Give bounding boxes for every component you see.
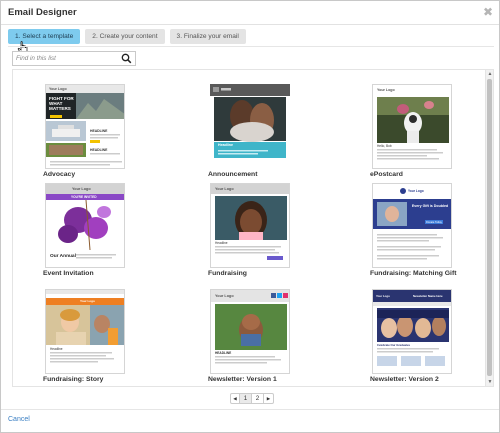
template-label: Fundraising (208, 270, 247, 277)
template-label: Newsletter: Version 2 (370, 376, 439, 383)
thumb-logo: Your Logo (80, 299, 95, 303)
dialog-header: Email Designer ✖ (1, 1, 499, 25)
thumb-logo: Your Logo (72, 186, 91, 191)
template-thumbnail[interactable]: Your Logo YOU'RE INVITED Our Annual (45, 183, 125, 268)
scroll-down-icon[interactable]: ▼ (487, 379, 493, 385)
thumb-title: Newsletter Name Here (413, 293, 443, 298)
thumb-headline: Headline (218, 143, 233, 147)
search-input[interactable] (16, 53, 116, 64)
list-scrollbar[interactable]: ▲ ▼ (485, 69, 494, 387)
thumb-logo: Your Logo (49, 86, 67, 91)
thumb-caption: Celebrate Our Graduates (377, 343, 411, 347)
step-finalize-email[interactable]: 3. Finalize your email (169, 29, 246, 44)
template-label: Fundraising: Story (43, 376, 104, 383)
close-icon[interactable]: ✖ (483, 5, 493, 19)
template-thumbnail[interactable]: Your Logo HEADLINE (210, 289, 290, 374)
template-label: Announcement (208, 171, 258, 178)
page-1[interactable]: 1 (240, 394, 252, 403)
page-2[interactable]: 2 (252, 394, 264, 403)
thumb-logo: Your Logo (408, 189, 424, 193)
next-page-icon[interactable]: ▶ (264, 394, 273, 403)
thumb-logo: Your Logo (215, 293, 234, 298)
template-thumbnail[interactable]: Your Logo Newsletter Name Here Celebrate… (372, 289, 452, 374)
template-label: ePostcard (370, 171, 403, 178)
dialog-title: Email Designer (8, 7, 77, 18)
template-thumbnail[interactable]: Your Logo Every Gift is Doubled Donate T… (372, 183, 452, 268)
scroll-up-icon[interactable]: ▲ (487, 71, 493, 77)
step-create-content[interactable]: 2. Create your content (85, 29, 165, 44)
template-label: Advocacy (43, 171, 76, 178)
pagination: ◀ 1 2 ▶ (230, 393, 274, 404)
search-box (12, 51, 136, 66)
template-thumbnail[interactable]: Your Logo FIGHT FOR WHAT MATTERS HEADLIN… (45, 84, 125, 169)
cancel-button[interactable]: Cancel (8, 416, 30, 423)
thumb-logo: Your Logo (215, 186, 234, 191)
thumb-headline: FIGHT FOR WHAT MATTERS (49, 96, 74, 112)
thumb-headline: Every Gift is Doubled (411, 204, 449, 208)
thumb-caption: Headline (215, 241, 228, 245)
search-icon[interactable] (121, 53, 132, 64)
thumb-caption: HEADLINE (215, 351, 232, 355)
template-label: Event Invitation (43, 270, 94, 277)
template-list: Your Logo FIGHT FOR WHAT MATTERS HEADLIN… (12, 69, 486, 387)
thumb-logo: Your Logo (376, 293, 390, 298)
steps-divider (8, 46, 494, 47)
prev-page-icon[interactable]: ◀ (231, 394, 240, 403)
thumb-subheadline-2: HEADLINE (90, 148, 108, 152)
thumb-logo: Your Logo (377, 88, 395, 92)
template-thumbnail[interactable]: Your Logo Headline (45, 289, 125, 374)
template-thumbnail[interactable]: Your Logo Headline (210, 183, 290, 268)
scroll-thumb[interactable] (487, 79, 492, 376)
thumb-banner: YOU'RE INVITED (71, 195, 97, 199)
template-thumbnail[interactable]: Your Logo Hello, Bob (372, 84, 452, 169)
wizard-steps: 1. Select a template 2. Create your cont… (8, 29, 246, 44)
footer-divider (1, 409, 499, 410)
thumb-caption: Hello, Bob (377, 144, 392, 148)
template-label: Fundraising: Matching Gift (370, 270, 457, 277)
thumb-caption: Headline (50, 347, 63, 351)
thumb-caption: Our Annual (50, 254, 76, 259)
template-thumbnail[interactable]: Headline (210, 84, 290, 169)
thumb-button: Donate Today (426, 220, 442, 224)
thumb-subheadline: HEADLINE (90, 129, 108, 133)
email-designer-dialog: Email Designer ✖ 1. Select a template 2.… (0, 0, 500, 433)
template-label: Newsletter: Version 1 (208, 376, 277, 383)
